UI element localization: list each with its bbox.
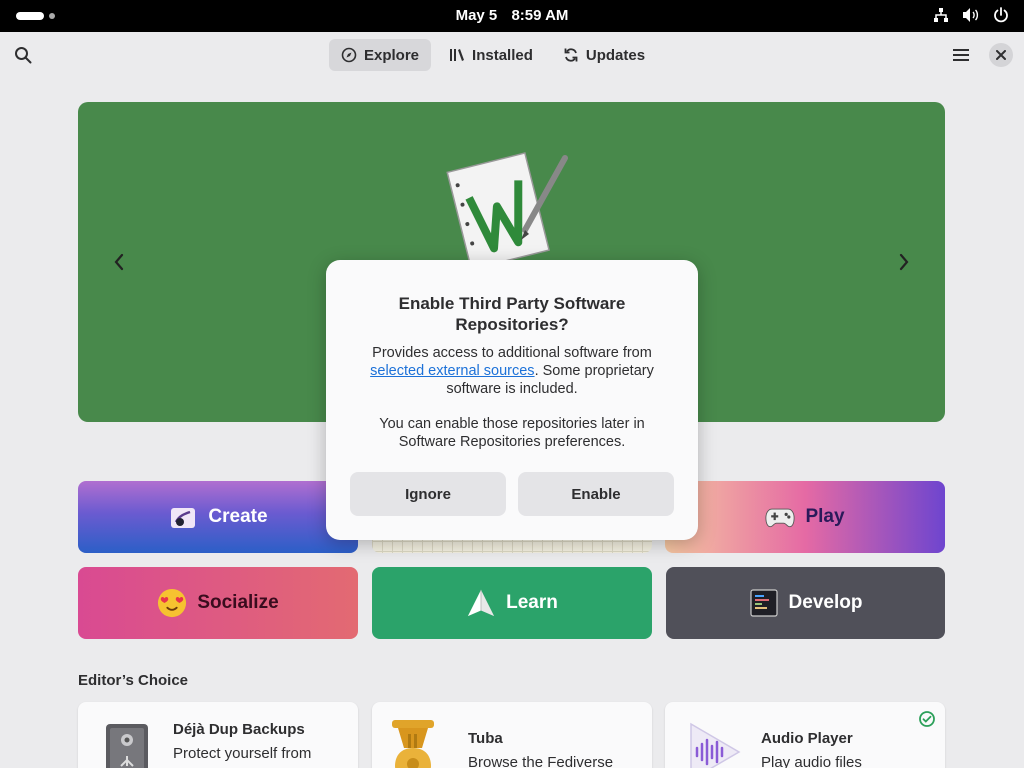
app-card-description: Protect yourself from: [173, 745, 312, 762]
app-card-audio-player[interactable]: Audio Player Play audio files: [665, 702, 945, 768]
app-card-name: Déjà Dup Backups: [173, 721, 305, 738]
app-card-deja-dup[interactable]: Déjà Dup Backups Protect yourself from: [78, 702, 358, 768]
tab-explore-label: Explore: [364, 46, 420, 64]
writer-icon: [446, 152, 568, 265]
close-icon: [996, 50, 1006, 60]
view-switcher: Explore Installed Updates: [329, 39, 657, 71]
menu-icon: [953, 49, 969, 61]
chevron-left-icon: [114, 253, 124, 271]
library-icon: [450, 49, 465, 61]
dialog-body-secondary: You can enable those repositories later …: [379, 416, 645, 450]
category-play-label: Play: [805, 506, 845, 527]
terminal-icon: [749, 588, 779, 618]
category-play[interactable]: Play: [665, 481, 945, 553]
power-icon: [992, 6, 1010, 24]
tuba-icon: [392, 720, 434, 768]
network-icon: [932, 6, 950, 24]
category-create-label: Create: [208, 506, 268, 527]
category-learn-label: Learn: [506, 592, 558, 613]
category-learn[interactable]: Learn: [372, 567, 652, 639]
refresh-icon: [564, 48, 578, 62]
dialog-title: Enable Third Party Software Repositories…: [398, 294, 626, 334]
main-menu-button[interactable]: [944, 39, 978, 71]
app-card-name: Tuba: [468, 730, 503, 747]
vault-icon: [106, 724, 148, 768]
carousel-previous-button[interactable]: [104, 247, 134, 277]
editors-choice-heading: Editor’s Choice: [78, 672, 189, 689]
external-sources-link[interactable]: selected external sources: [370, 363, 534, 379]
system-top-bar: May 5 8:59 AM: [0, 0, 1024, 32]
carousel-next-button[interactable]: [889, 247, 919, 277]
search-icon: [15, 47, 32, 64]
gamepad-icon: [765, 502, 796, 532]
compass-icon: [341, 47, 357, 63]
chevron-right-icon: [899, 253, 909, 271]
category-socialize[interactable]: Socialize: [78, 567, 358, 639]
category-socialize-label: Socialize: [197, 592, 279, 613]
category-create[interactable]: Create: [78, 481, 358, 553]
clock-date: May 5: [455, 7, 498, 24]
app-card-name: Audio Player: [761, 730, 853, 747]
category-develop[interactable]: Develop: [666, 567, 945, 639]
dialog-body: Provides access to additional software f…: [350, 344, 674, 398]
ignore-button[interactable]: Ignore: [350, 472, 506, 516]
third-party-repos-dialog: Enable Third Party Software Repositories…: [326, 260, 698, 540]
enable-button[interactable]: Enable: [518, 472, 674, 516]
tab-installed-label: Installed: [472, 46, 533, 64]
clock-time: 8:59 AM: [511, 7, 569, 24]
header-bar: Explore Installed Updates: [0, 32, 1024, 78]
app-card-description: Browse the Fediverse: [468, 754, 614, 768]
category-develop-label: Develop: [788, 592, 863, 613]
search-button[interactable]: [9, 39, 37, 71]
tab-updates[interactable]: Updates: [551, 39, 657, 71]
emoji-icon: [157, 588, 187, 618]
installed-check-icon: [919, 711, 935, 727]
system-tray[interactable]: [932, 6, 1010, 24]
tab-updates-label: Updates: [585, 46, 646, 64]
tab-installed[interactable]: Installed: [437, 39, 545, 71]
paper-plane-icon: [466, 588, 496, 618]
clock[interactable]: May 5 8:59 AM: [0, 7, 1024, 24]
app-card-tuba[interactable]: Tuba Browse the Fediverse: [372, 702, 652, 768]
close-window-button[interactable]: [989, 43, 1013, 67]
app-card-description: Play audio files: [761, 754, 862, 768]
tab-explore[interactable]: Explore: [329, 39, 432, 71]
create-icon: [168, 502, 198, 532]
dialog-body-text: Provides access to additional software f…: [372, 345, 652, 361]
audio-player-icon: [690, 722, 741, 768]
volume-icon: [962, 6, 980, 24]
